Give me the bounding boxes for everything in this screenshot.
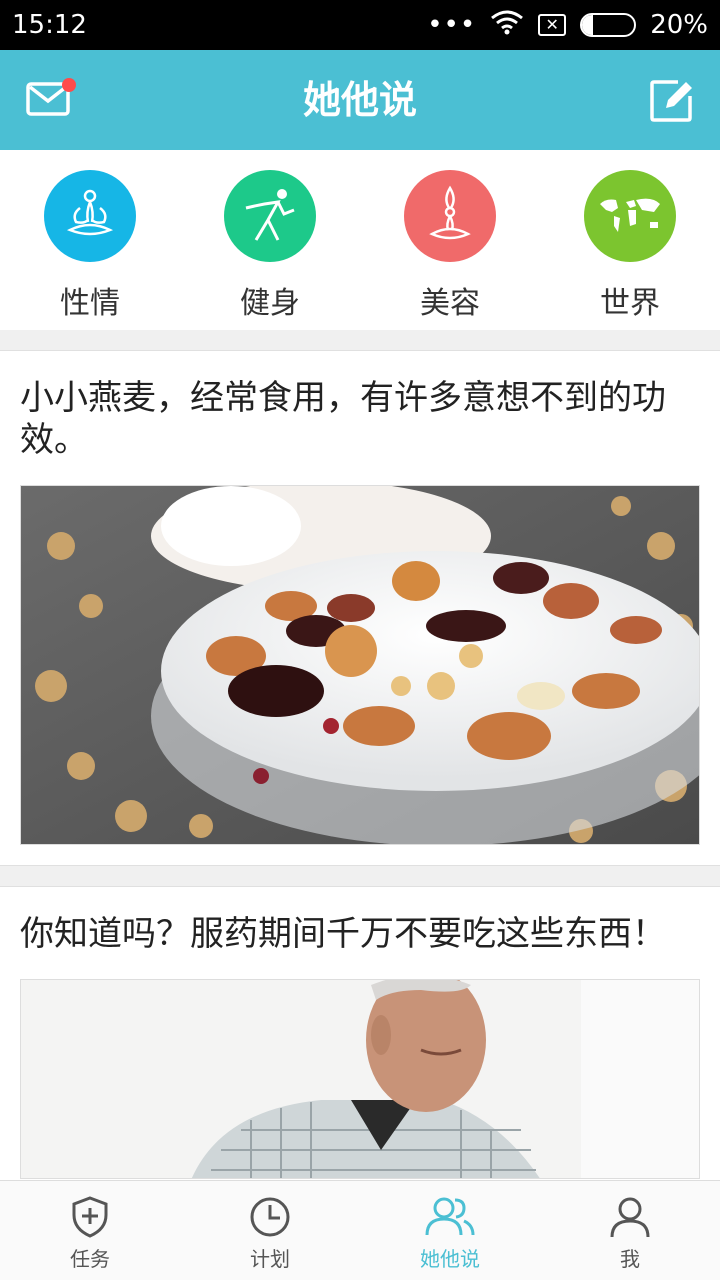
fitness-icon: [245, 189, 295, 241]
category-circle: [584, 170, 676, 262]
battery-percent: 20%: [650, 10, 708, 40]
bottom-nav: 任务 计划 她他说 我: [0, 1180, 720, 1280]
article-title: 你知道吗？服药期间千万不要吃这些东西！: [20, 914, 666, 954]
article-card[interactable]: 小小燕麦，经常食用，有许多意想不到的功效。: [0, 350, 720, 866]
notification-dots: •••: [427, 10, 477, 40]
category-label: 世界: [600, 286, 660, 321]
category-row: 性情 健身 美容 世界: [0, 150, 720, 330]
category-circle: [224, 170, 316, 262]
article-feed[interactable]: 小小燕麦，经常食用，有许多意想不到的功效。 你知道吗？服药期间千万不要吃这些东西…: [0, 330, 720, 1180]
compose-button[interactable]: [648, 78, 694, 124]
nav-label: 任务: [70, 1247, 110, 1271]
page-title: 她他说: [302, 78, 417, 122]
category-xingqing[interactable]: 性情: [0, 150, 180, 330]
status-time: 15:12: [12, 10, 87, 40]
article-title: 小小燕麦，经常食用，有许多意想不到的功效。: [20, 378, 666, 460]
nav-label: 我: [620, 1247, 640, 1271]
category-circle: [404, 170, 496, 262]
elderly-man-image: [20, 979, 700, 1179]
nav-item-plan[interactable]: 计划: [180, 1181, 360, 1280]
nav-label: 她他说: [420, 1247, 480, 1271]
wifi-icon: [490, 9, 524, 42]
battery-fill: [582, 15, 593, 35]
category-jianshen[interactable]: 健身: [180, 150, 360, 330]
people-icon: [425, 1197, 475, 1236]
status-bar: 15:12 ••• ✕ 20%: [0, 0, 720, 50]
nav-item-tasks[interactable]: 任务: [0, 1181, 180, 1280]
category-meirong[interactable]: 美容: [360, 150, 540, 330]
category-label: 性情: [60, 286, 120, 321]
clock-icon: [250, 1197, 290, 1237]
category-label: 健身: [240, 286, 300, 321]
app-bar: 她他说: [0, 50, 720, 150]
yoga-icon: [429, 185, 471, 240]
battery-icon: [580, 13, 637, 37]
meditation-icon: [66, 189, 114, 236]
category-circle: [44, 170, 136, 262]
edit-icon: [650, 80, 692, 122]
nav-item-me[interactable]: 我: [540, 1181, 720, 1280]
no-sim-icon: ✕: [538, 14, 567, 36]
shield-plus-icon: [72, 1196, 108, 1238]
category-label: 美容: [420, 286, 480, 321]
nav-label: 计划: [250, 1247, 290, 1271]
nav-item-tatashuo[interactable]: 她他说: [360, 1181, 540, 1280]
article-card[interactable]: 你知道吗？服药期间千万不要吃这些东西！: [0, 886, 720, 1180]
category-shijie[interactable]: 世界: [540, 150, 720, 330]
status-icons: ••• ✕ 20%: [427, 9, 708, 42]
person-icon: [610, 1197, 650, 1238]
world-map-icon: [600, 198, 660, 232]
oatmeal-bowl-image: [20, 485, 700, 845]
